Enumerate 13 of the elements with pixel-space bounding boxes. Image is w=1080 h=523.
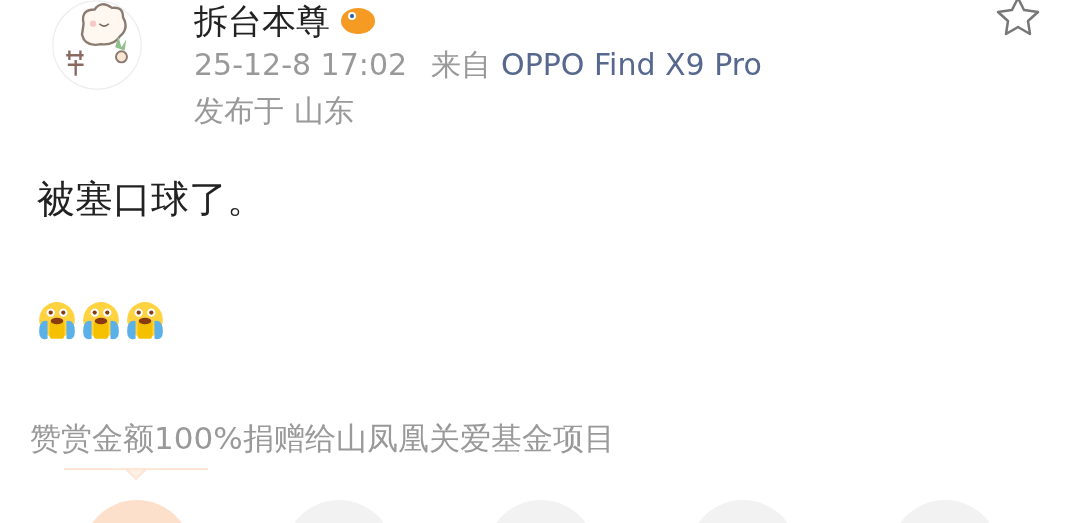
reward-caption: 赞赏金额100%捐赠给山凤凰关爱基金项目 — [30, 419, 616, 458]
fish-badge-icon — [338, 6, 378, 36]
device-link[interactable]: OPPO Find X9 Pro — [501, 47, 762, 82]
crying-emoji-icon — [124, 300, 166, 342]
crying-emoji-icon — [36, 300, 78, 342]
location-text: 发布于 山东 — [194, 93, 354, 128]
selection-pointer-icon — [64, 468, 208, 482]
post-text: 被塞口球了。 — [37, 176, 266, 223]
post-time: 25-12-8 17:02 — [194, 47, 408, 82]
star-icon[interactable] — [994, 0, 1042, 36]
crying-emoji-icon — [80, 300, 122, 342]
username[interactable]: 拆台本尊 — [194, 1, 330, 41]
source-label: 来自 — [431, 47, 492, 82]
